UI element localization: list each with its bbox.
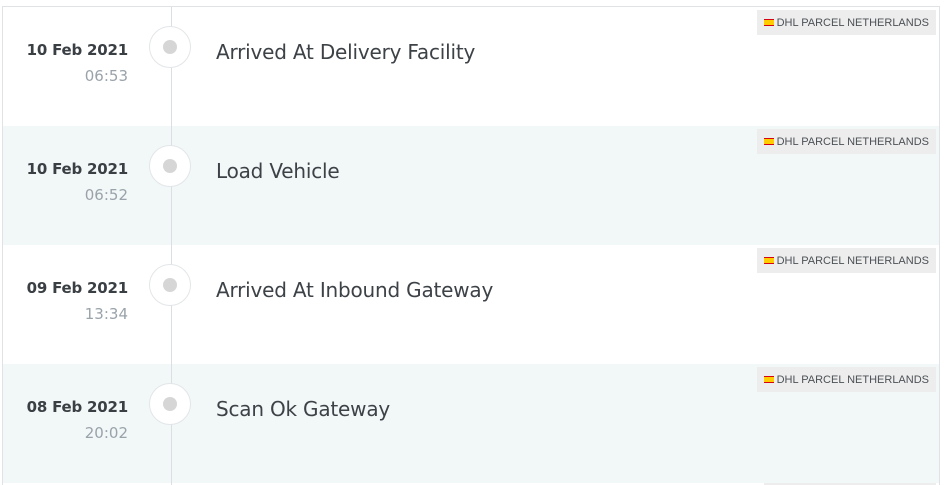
event-date: 10 Feb 2021 [26, 41, 129, 59]
timeline-event: 08 Feb 2021 20:02 Scan Ok Gateway DHL PA… [3, 364, 939, 483]
carrier-badge: DHL PARCEL NETHERLANDS [756, 10, 936, 35]
tracking-timeline: 10 Feb 2021 06:53 Arrived At Delivery Fa… [2, 6, 940, 485]
event-status: Scan Ok Gateway [216, 397, 391, 421]
carrier-name: DHL PARCEL NETHERLANDS [776, 254, 929, 267]
carrier-badge: DHL PARCEL NETHERLANDS [756, 367, 936, 392]
event-time: 06:52 [84, 186, 128, 204]
dhl-flag-icon [763, 376, 774, 383]
carrier-badge: DHL PARCEL NETHERLANDS [756, 248, 936, 273]
carrier-name: DHL PARCEL NETHERLANDS [776, 135, 929, 148]
timeline-event: 09 Feb 2021 13:34 Arrived At Inbound Gat… [3, 245, 939, 364]
event-time: 13:34 [84, 305, 128, 323]
carrier-name: DHL PARCEL NETHERLANDS [776, 16, 929, 29]
event-time: 20:02 [84, 424, 128, 442]
dhl-flag-icon [763, 138, 774, 145]
dhl-flag-icon [763, 19, 774, 26]
carrier-name: DHL PARCEL NETHERLANDS [776, 373, 929, 386]
circle-dot-icon [149, 264, 191, 306]
event-status: Arrived At Inbound Gateway [216, 278, 494, 302]
event-time: 06:53 [84, 67, 128, 85]
timeline-dot [163, 278, 177, 292]
event-status: Arrived At Delivery Facility [216, 40, 476, 64]
event-date: 09 Feb 2021 [26, 279, 129, 297]
event-date: 08 Feb 2021 [26, 398, 129, 416]
event-date: 10 Feb 2021 [26, 160, 129, 178]
timeline-dot [163, 40, 177, 54]
circle-dot-icon [149, 26, 191, 68]
event-status: Load Vehicle [216, 159, 340, 183]
circle-dot-icon [149, 383, 191, 425]
timeline-event: 10 Feb 2021 06:52 Load Vehicle DHL PARCE… [3, 126, 939, 245]
circle-dot-icon [149, 145, 191, 187]
timeline-dot [163, 159, 177, 173]
timeline-event: 10 Feb 2021 06:53 Arrived At Delivery Fa… [3, 7, 939, 126]
timeline-dot [163, 397, 177, 411]
dhl-flag-icon [763, 257, 774, 264]
carrier-badge: DHL PARCEL NETHERLANDS [756, 129, 936, 154]
